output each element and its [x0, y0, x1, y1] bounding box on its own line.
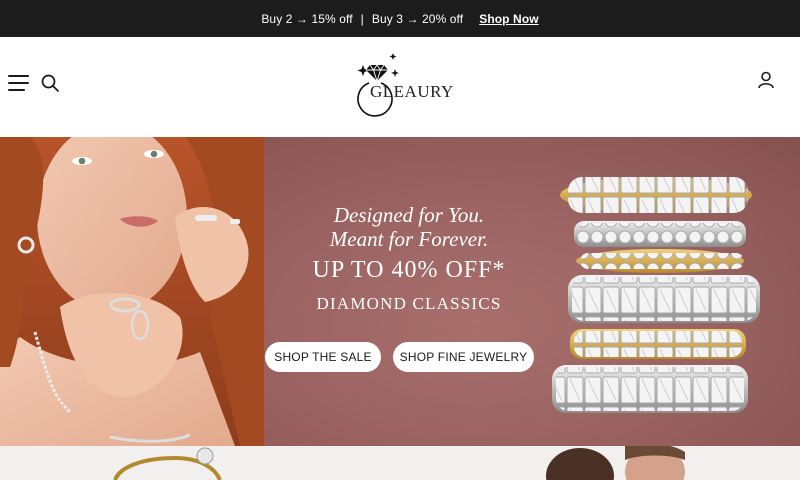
promo-deal-buy-3: Buy 3 → 20% off — [371, 11, 464, 26]
stacked-rings-image — [552, 177, 760, 413]
hero-banner[interactable]: Designed for You. Meant for Forever. UP … — [0, 137, 800, 446]
shop-the-sale-button[interactable]: SHOP THE SALE — [265, 342, 381, 372]
user-icon[interactable] — [756, 70, 776, 90]
promo-deal-buy-2: Buy 2 → 15% off — [261, 11, 353, 26]
promo-shop-now-link[interactable]: Shop Now — [479, 12, 538, 26]
hero-subtitle: DIAMOND CLASSICS — [316, 294, 502, 313]
hamburger-icon[interactable] — [8, 75, 29, 91]
hero-offer-headline: UP TO 40% OFF* — [312, 257, 506, 283]
next-section-preview — [0, 446, 800, 480]
site-header: GLEAURY — [0, 37, 800, 137]
hero-model-photo — [0, 137, 264, 446]
hero-tagline-line-2: Meant for Forever. — [329, 227, 489, 251]
promo-bar: Buy 2 → 15% off | Buy 3 → 20% off Shop N… — [0, 0, 800, 37]
hero-tagline-line-1: Designed for You. — [333, 203, 485, 227]
shop-fine-jewelry-button[interactable]: SHOP FINE JEWELRY — [393, 342, 534, 372]
brand-name[interactable]: GLEAURY — [370, 82, 454, 102]
promo-separator: | — [360, 11, 364, 26]
search-icon[interactable] — [40, 73, 60, 93]
